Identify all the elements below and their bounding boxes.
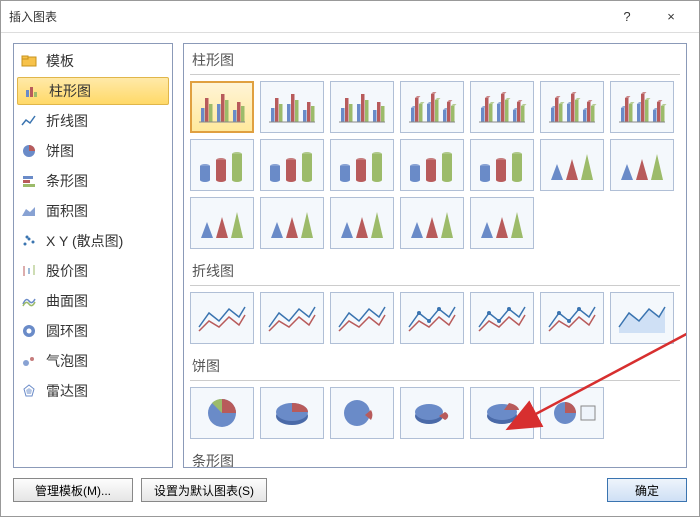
dialog-footer: 管理模板(M)... 设置为默认图表(S) 确定	[1, 470, 699, 516]
section-header-bar: 条形图	[190, 449, 680, 467]
chart-thumb-column-17[interactable]	[400, 197, 464, 249]
sidebar-item-stock[interactable]: 股价图	[14, 256, 172, 286]
chart-thumb-line-0[interactable]	[190, 292, 254, 344]
surface-icon	[20, 292, 38, 310]
chart-gallery-scroll[interactable]: 柱形图折线图饼图条形图	[184, 44, 686, 467]
titlebar: 插入图表 ? ×	[1, 1, 699, 33]
chart-grid-pie	[190, 387, 680, 439]
manage-templates-button[interactable]: 管理模板(M)...	[13, 478, 133, 502]
dialog-title: 插入图表	[9, 8, 607, 25]
chart-thumb-column-8[interactable]	[260, 139, 324, 191]
sidebar-item-label: 雷达图	[46, 381, 88, 401]
help-button[interactable]: ?	[607, 2, 647, 32]
chart-thumb-pie-4[interactable]	[470, 387, 534, 439]
sidebar-item-label: 圆环图	[46, 321, 88, 341]
sidebar-item-pie[interactable]: 饼图	[14, 136, 172, 166]
sidebar-item-label: 气泡图	[46, 351, 88, 371]
chart-thumb-column-5[interactable]	[540, 81, 604, 133]
category-list: 模板柱形图折线图饼图条形图面积图 X Y (散点图) 股价图曲面图圆环图气泡图雷达图	[14, 44, 172, 467]
chart-thumb-line-1[interactable]	[260, 292, 324, 344]
section-header-column: 柱形图	[190, 48, 680, 75]
chart-thumb-line-3[interactable]	[400, 292, 464, 344]
sidebar-item-folder[interactable]: 模板	[14, 46, 172, 76]
titlebar-controls: ? ×	[607, 2, 691, 32]
chart-thumb-column-9[interactable]	[330, 139, 394, 191]
line-icon	[20, 112, 38, 130]
section-header-pie: 饼图	[190, 354, 680, 381]
sidebar-item-label: 股价图	[46, 261, 88, 281]
sidebar-item-bubble[interactable]: 气泡图	[14, 346, 172, 376]
sidebar-item-surface[interactable]: 曲面图	[14, 286, 172, 316]
sidebar-item-label: 曲面图	[46, 291, 88, 311]
chart-thumb-line-5[interactable]	[540, 292, 604, 344]
chart-thumb-column-10[interactable]	[400, 139, 464, 191]
chart-thumb-column-13[interactable]	[610, 139, 674, 191]
chart-thumb-pie-2[interactable]	[330, 387, 394, 439]
stock-icon	[20, 262, 38, 280]
chart-thumb-column-0[interactable]	[190, 81, 254, 133]
area-icon	[20, 202, 38, 220]
sidebar-item-label: 面积图	[46, 201, 88, 221]
chart-thumb-line-2[interactable]	[330, 292, 394, 344]
chart-thumb-pie-1[interactable]	[260, 387, 324, 439]
chart-thumb-column-18[interactable]	[470, 197, 534, 249]
set-default-chart-button[interactable]: 设置为默认图表(S)	[141, 478, 267, 502]
pie-icon	[20, 142, 38, 160]
close-button[interactable]: ×	[651, 2, 691, 32]
chart-grid-line	[190, 292, 680, 344]
chart-thumb-pie-3[interactable]	[400, 387, 464, 439]
sidebar-item-bar[interactable]: 条形图	[14, 166, 172, 196]
chart-thumb-column-14[interactable]	[190, 197, 254, 249]
chart-thumb-column-11[interactable]	[470, 139, 534, 191]
chart-thumb-column-12[interactable]	[540, 139, 604, 191]
doughnut-icon	[20, 322, 38, 340]
sidebar-item-label: 柱形图	[49, 81, 91, 101]
chart-thumb-column-1[interactable]	[260, 81, 324, 133]
sidebar-item-area[interactable]: 面积图	[14, 196, 172, 226]
chart-thumb-line-6[interactable]	[610, 292, 674, 344]
scatter-icon	[20, 232, 38, 250]
sidebar-item-label: X Y (散点图)	[46, 231, 123, 251]
chart-grid-column	[190, 81, 680, 249]
bar-icon	[20, 172, 38, 190]
chart-thumb-pie-0[interactable]	[190, 387, 254, 439]
chart-thumb-column-3[interactable]	[400, 81, 464, 133]
chart-thumb-line-4[interactable]	[470, 292, 534, 344]
chart-thumb-column-16[interactable]	[330, 197, 394, 249]
sidebar-item-label: 条形图	[46, 171, 88, 191]
sidebar-item-doughnut[interactable]: 圆环图	[14, 316, 172, 346]
dialog-body: 模板柱形图折线图饼图条形图面积图X Y (散点图)股价图曲面图圆环图气泡图雷达图…	[1, 33, 699, 470]
sidebar-item-line[interactable]: 折线图	[14, 106, 172, 136]
sidebar-item-column[interactable]: 柱形图	[17, 77, 169, 105]
chart-thumb-column-4[interactable]	[470, 81, 534, 133]
chart-thumb-column-15[interactable]	[260, 197, 324, 249]
sidebar-item-label: 模板	[46, 51, 74, 71]
column-icon	[23, 82, 41, 100]
sidebar-item-label: 折线图	[46, 111, 88, 131]
section-header-line: 折线图	[190, 259, 680, 286]
insert-chart-dialog: 插入图表 ? × 模板柱形图折线图饼图条形图面积图X Y (散点图)股价图曲面图…	[0, 0, 700, 517]
ok-button[interactable]: 确定	[607, 478, 687, 502]
folder-icon	[20, 52, 38, 70]
bubble-icon	[20, 352, 38, 370]
chart-gallery: 柱形图折线图饼图条形图	[183, 43, 687, 468]
category-sidebar: 模板柱形图折线图饼图条形图面积图 X Y (散点图) 股价图曲面图圆环图气泡图雷达图	[13, 43, 173, 468]
chart-thumb-column-2[interactable]	[330, 81, 394, 133]
sidebar-item-scatter[interactable]: X Y (散点图)	[14, 226, 172, 256]
chart-thumb-column-7[interactable]	[190, 139, 254, 191]
chart-thumb-column-6[interactable]	[610, 81, 674, 133]
chart-thumb-pie-5[interactable]	[540, 387, 604, 439]
sidebar-item-label: 饼图	[46, 141, 74, 161]
sidebar-item-radar[interactable]: 雷达图	[14, 376, 172, 406]
radar-icon	[20, 382, 38, 400]
